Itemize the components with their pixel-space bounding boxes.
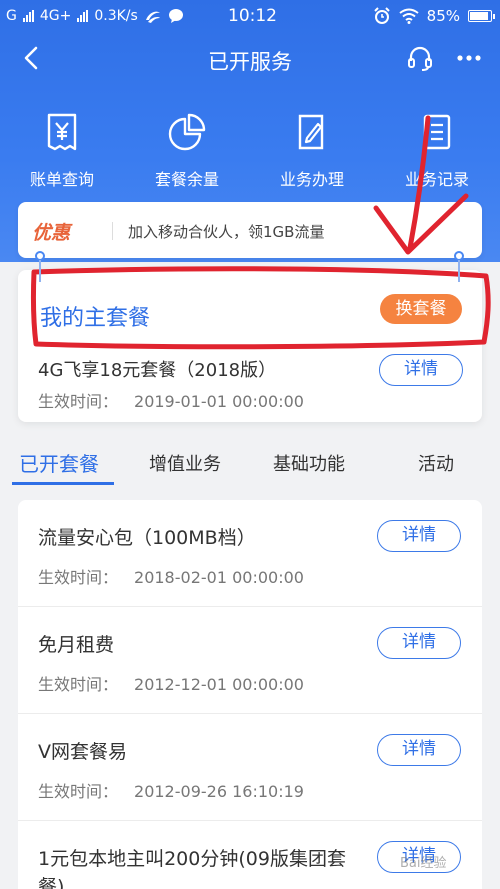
quick-entry-record[interactable]: 业务记录 bbox=[382, 112, 492, 190]
time-value: 2012-09-26 16:10:19 bbox=[134, 782, 304, 801]
quick-entry-label: 业务记录 bbox=[404, 170, 469, 189]
service-list: 流量安心包（100MB档） 详情 生效时间： 2018-02-01 00:00:0… bbox=[18, 500, 482, 889]
wifi-icon bbox=[399, 8, 419, 24]
signal-icon bbox=[22, 10, 34, 22]
promo-banner[interactable]: 优惠 加入移动合伙人，领1GB流量 bbox=[18, 202, 482, 258]
alarm-icon bbox=[373, 7, 390, 24]
time-label: 生效时间： bbox=[38, 392, 119, 411]
battery-percent: 85% bbox=[426, 7, 460, 25]
watermark: Bai经验 bbox=[400, 856, 447, 871]
quick-entry-balance[interactable]: 套餐余量 bbox=[132, 112, 242, 190]
time-label: 生效时间： bbox=[38, 675, 119, 694]
list-item: 流量安心包（100MB档） 详情 生效时间： 2018-02-01 00:00:0… bbox=[18, 500, 482, 607]
service-name: 免月租费 bbox=[38, 634, 115, 656]
quick-entry-bar: 账单查询 套餐余量 业务办理 业务记录 bbox=[0, 112, 500, 192]
detail-button[interactable]: 详情 bbox=[377, 520, 461, 552]
list-item: 免月租费 详情 生效时间： 2012-12-01 00:00:00 bbox=[18, 607, 482, 714]
main-plan-detail-button[interactable]: 详情 bbox=[379, 354, 463, 386]
signal-icon-2 bbox=[77, 10, 89, 22]
main-plan-card: 我的主套餐 换套餐 4G飞享18元套餐（2018版） 详情 生效时间： 2019-… bbox=[18, 270, 482, 422]
network-type: 4G+ bbox=[39, 8, 72, 24]
edit-doc-icon bbox=[298, 114, 324, 150]
battery-icon bbox=[468, 10, 495, 22]
service-tabs: 已开套餐 增值业务 基础功能 活动 bbox=[0, 440, 500, 486]
time-label: 生效时间： bbox=[38, 782, 119, 801]
promo-text: 加入移动合伙人，领1GB流量 bbox=[128, 223, 325, 241]
tab-value-added[interactable]: 增值业务 bbox=[149, 450, 221, 476]
service-name: 流量安心包（100MB档） bbox=[38, 527, 256, 549]
chat-icon bbox=[168, 9, 183, 23]
nav-bar: 已开服务 bbox=[0, 38, 500, 82]
tab-opened-plans[interactable]: 已开套餐 bbox=[19, 448, 99, 477]
main-plan-name: 4G飞享18元套餐（2018版） bbox=[38, 360, 277, 381]
time-value: 2018-02-01 00:00:00 bbox=[134, 568, 304, 587]
main-plan-time: 生效时间： 2019-01-01 00:00:00 bbox=[38, 388, 304, 412]
service-name: 1元包本地主叫200分钟(09版集团套餐) bbox=[38, 848, 346, 889]
net-speed: 0.3K/s bbox=[94, 8, 138, 24]
quick-entry-bill[interactable]: 账单查询 bbox=[7, 112, 117, 190]
time-value: 2019-01-01 00:00:00 bbox=[134, 392, 304, 411]
service-time: 生效时间： 2012-12-01 00:00:00 bbox=[38, 671, 304, 695]
record-list-icon bbox=[423, 114, 451, 150]
tab-basic-functions[interactable]: 基础功能 bbox=[273, 450, 345, 476]
active-tab-indicator bbox=[12, 482, 114, 485]
pie-chart-icon bbox=[168, 113, 206, 151]
change-plan-button[interactable]: 换套餐 bbox=[380, 294, 462, 324]
status-bar: G 4G+ 0.3K/s 10:12 85% bbox=[0, 0, 500, 34]
bill-icon bbox=[47, 113, 77, 151]
service-time: 生效时间： 2018-02-01 00:00:00 bbox=[38, 564, 304, 588]
quick-entry-label: 业务办理 bbox=[279, 170, 344, 189]
detail-button[interactable]: 详情 bbox=[377, 627, 461, 659]
tab-activities[interactable]: 活动 bbox=[418, 450, 454, 476]
quick-entry-label: 账单查询 bbox=[29, 170, 94, 189]
list-item: V网套餐易 详情 生效时间： 2012-09-26 16:10:19 bbox=[18, 714, 482, 821]
clock: 10:12 bbox=[228, 6, 277, 26]
carrier-label: G bbox=[6, 8, 17, 24]
time-value: 2012-12-01 00:00:00 bbox=[134, 675, 304, 694]
headset-icon[interactable] bbox=[406, 44, 434, 72]
quick-entry-label: 套餐余量 bbox=[154, 170, 219, 189]
main-plan-heading: 我的主套餐 bbox=[40, 306, 151, 331]
service-name: V网套餐易 bbox=[38, 741, 127, 763]
carrier-logo-icon bbox=[145, 11, 160, 23]
detail-button[interactable]: 详情 bbox=[377, 734, 461, 766]
quick-entry-handle[interactable]: 业务办理 bbox=[257, 112, 367, 190]
more-dots-icon[interactable] bbox=[455, 46, 483, 70]
time-label: 生效时间： bbox=[38, 568, 119, 587]
promo-divider bbox=[112, 222, 113, 240]
service-time: 生效时间： 2012-09-26 16:10:19 bbox=[38, 778, 304, 802]
promo-tag: 优惠 bbox=[32, 222, 71, 244]
